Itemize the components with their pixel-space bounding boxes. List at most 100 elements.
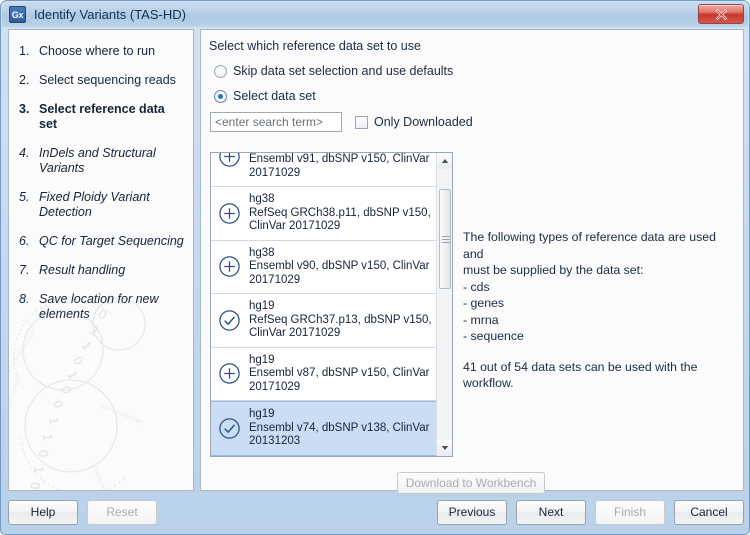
only-downloaded-checkbox[interactable]: Only Downloaded <box>355 115 473 129</box>
search-row: Only Downloaded <box>201 112 743 132</box>
list-item-text: hg19 Ensembl v74, dbSNP v138, ClinVar 20… <box>249 408 432 449</box>
svg-text:1: 1 <box>32 466 47 473</box>
dataset-description: Ensembl v91, dbSNP v150, ClinVar 2017102… <box>249 153 430 179</box>
step-label: Save location for new elements <box>39 292 159 321</box>
svg-text:0: 0 <box>36 450 51 458</box>
next-button[interactable]: Next <box>516 499 586 525</box>
svg-text:1: 1 <box>64 368 81 381</box>
plus-circle-icon[interactable] <box>218 202 241 225</box>
info-line-4: - genes <box>463 296 505 310</box>
dataset-description: RefSeq GRCh38.p11, dbSNP v150, ClinVar 2… <box>249 206 431 233</box>
panel-heading: Select which reference data set to use <box>209 39 421 53</box>
sidebar-step-5[interactable]: 5. Fixed Ploidy Variant Detection <box>19 190 185 220</box>
info-line-2: must be supplied by the data set: <box>463 263 644 277</box>
dataset-title: hg19 <box>249 300 275 312</box>
svg-text:0: 0 <box>71 353 87 367</box>
svg-text:TTGACCGAATCGGA: TTGACCGAATCGGA <box>96 402 144 426</box>
info-line-7: 41 out of 54 data sets can be used with … <box>463 359 698 374</box>
sidebar-step-4[interactable]: 4. InDels and Structural Variants <box>19 146 185 176</box>
info-line-3: - cds <box>463 279 490 294</box>
step-number: 5. <box>19 190 30 204</box>
step-label: Select sequencing reads <box>39 73 176 87</box>
dataset-title: hg38 <box>249 193 275 205</box>
finish-button[interactable]: Finish <box>595 499 665 525</box>
svg-text:GCATTCGAAGCTT: GCATTCGAAGCTT <box>89 462 113 491</box>
list-item-text: hg38 RefSeq GRCh38.p11, dbSNP v150, Clin… <box>249 193 432 234</box>
dialog-content: 0 0 1 1 0 1 0 0 1 1 0 1 0 AGCTTAGGCATCGA… <box>8 29 744 494</box>
step-number: 6. <box>19 234 30 248</box>
wizard-steps-list: 1. Choose where to run 2. Select sequenc… <box>9 30 193 322</box>
radio-select-label: Select data set <box>233 89 316 103</box>
step-label: Choose where to run <box>39 44 156 58</box>
svg-text:0: 0 <box>58 384 75 396</box>
dataset-list: Ensembl v91, dbSNP v150, ClinVar 2017102… <box>210 152 453 457</box>
checkbox-icon <box>355 115 368 129</box>
window-title: Identify Variants (TAS-HD) <box>34 7 186 22</box>
svg-text:0: 0 <box>50 399 66 410</box>
sidebar-step-8[interactable]: 8. Save location for new elements <box>19 292 185 322</box>
scroll-up-button[interactable] <box>437 153 452 169</box>
dataset-title: hg38 <box>249 246 275 259</box>
dataset-description: Ensembl v90, dbSNP v150, ClinVar 2017102… <box>249 260 430 286</box>
chevron-down-icon <box>441 446 449 450</box>
info-line-8: workflow. <box>463 376 514 390</box>
info-line-5: - mrna <box>463 312 499 327</box>
sidebar-step-1[interactable]: 1. Choose where to run <box>19 44 185 59</box>
svg-text:1: 1 <box>46 416 62 426</box>
list-item-selected[interactable]: hg19 Ensembl v74, dbSNP v138, ClinVar 20… <box>211 401 436 456</box>
step-label: Select reference data set <box>39 102 165 131</box>
plus-circle-icon[interactable] <box>218 362 241 385</box>
info-line-6: - sequence <box>463 329 524 343</box>
reset-button[interactable]: Reset <box>87 499 157 525</box>
sidebar-step-6[interactable]: 6. QC for Target Sequencing <box>19 234 185 249</box>
list-item[interactable]: hg38 RefSeq GRCh38.p11, dbSNP v150, Clin… <box>211 187 436 241</box>
cancel-button[interactable]: Cancel <box>674 499 744 525</box>
check-circle-icon[interactable] <box>218 309 241 332</box>
sidebar-step-7[interactable]: 7. Result handling <box>19 263 185 278</box>
help-button[interactable]: Help <box>8 499 78 525</box>
reference-data-panel: Select which reference data set to use S… <box>200 29 744 494</box>
step-number: 3. <box>19 102 30 116</box>
step-label: Fixed Ploidy Variant Detection <box>39 190 150 219</box>
step-label: QC for Target Sequencing <box>39 234 184 248</box>
svg-text:AGCTTAGGCATCGAT: AGCTTAGGCATCGAT <box>8 329 38 375</box>
list-item-text: hg38 Ensembl v90, dbSNP v150, ClinVar 20… <box>249 247 432 288</box>
check-circle-icon[interactable] <box>218 417 241 440</box>
sidebar-step-3[interactable]: 3. Select reference data set <box>19 102 185 132</box>
close-button[interactable] <box>698 4 744 24</box>
close-icon <box>715 8 727 20</box>
scrollbar-grip-icon <box>442 236 450 243</box>
plus-circle-icon[interactable] <box>218 255 241 278</box>
list-item[interactable]: hg19 Ensembl v87, dbSNP v150, ClinVar 20… <box>211 347 436 401</box>
dataset-description: Ensembl v74, dbSNP v138, ClinVar 2013120… <box>249 421 430 448</box>
radio-skip-defaults[interactable]: Skip data set selection and use defaults <box>201 64 743 78</box>
dataset-title: hg19 <box>249 353 275 366</box>
plus-circle-icon[interactable] <box>218 153 241 168</box>
list-item-text: Ensembl v91, dbSNP v150, ClinVar 2017102… <box>249 153 432 180</box>
info-line-1: The following types of reference data ar… <box>463 230 716 261</box>
previous-button[interactable]: Previous <box>437 499 507 525</box>
radio-select-dataset[interactable]: Select data set <box>201 89 743 103</box>
step-number: 7. <box>19 263 30 277</box>
dataset-list-viewport: Ensembl v91, dbSNP v150, ClinVar 2017102… <box>211 153 436 456</box>
step-number: 8. <box>19 292 30 306</box>
step-label: InDels and Structural Variants <box>39 146 156 175</box>
scroll-down-button[interactable] <box>437 440 452 456</box>
search-input[interactable] <box>210 112 342 132</box>
wizard-steps-panel: 0 0 1 1 0 1 0 0 1 1 0 1 0 AGCTTAGGCATCGA… <box>8 29 194 491</box>
download-to-workbench-button[interactable]: Download to Workbench <box>397 472 545 494</box>
dataset-description: Ensembl v87, dbSNP v150, ClinVar 2017102… <box>249 367 430 393</box>
radio-button-selected-icon <box>214 89 227 103</box>
list-item[interactable]: Ensembl v91, dbSNP v150, ClinVar 2017102… <box>211 153 436 187</box>
list-item[interactable]: hg38 Ensembl v90, dbSNP v150, ClinVar 20… <box>211 240 436 294</box>
sidebar-step-2[interactable]: 2. Select sequencing reads <box>19 73 185 88</box>
step-number: 1. <box>19 44 30 58</box>
dataset-description: RefSeq GRCh37.p13, dbSNP v150, ClinVar 2… <box>249 313 432 340</box>
scrollbar-thumb[interactable] <box>439 189 451 289</box>
list-scrollbar[interactable] <box>436 153 452 456</box>
title-bar: Gx Identify Variants (TAS-HD) <box>2 2 748 27</box>
list-item-text: hg19 RefSeq GRCh37.p13, dbSNP v150, Clin… <box>249 300 432 341</box>
app-icon: Gx <box>9 6 26 23</box>
list-item[interactable]: hg19 RefSeq GRCh37.p13, dbSNP v150, Clin… <box>211 294 436 348</box>
dataset-title: hg19 <box>249 408 275 420</box>
